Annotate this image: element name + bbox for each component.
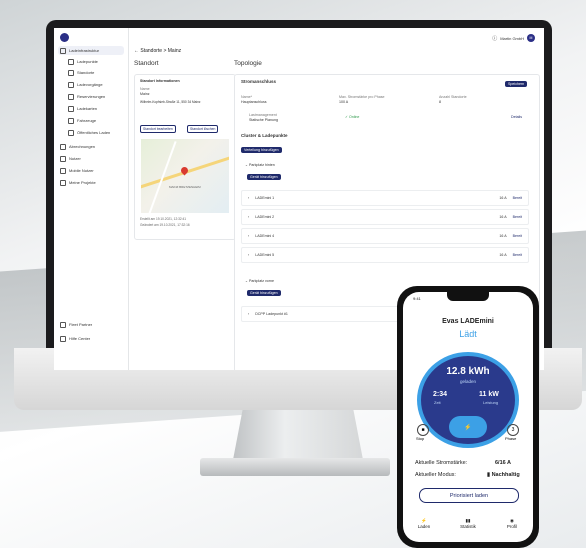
monitor-foot bbox=[200, 458, 390, 476]
section-title: Stromanschluss bbox=[241, 79, 277, 84]
help-circle-icon[interactable]: ⓘ bbox=[492, 35, 497, 42]
power-label: Leistung bbox=[483, 400, 499, 405]
add-device-button[interactable]: Gerät hinzufügen bbox=[247, 174, 281, 180]
power-value: 11 kW bbox=[479, 391, 499, 398]
charging-state: Lädt bbox=[459, 329, 477, 339]
sidebar-item-abrechnungen[interactable]: Abrechnungen bbox=[58, 142, 124, 151]
phone-notch bbox=[447, 292, 489, 301]
name-field[interactable]: Hauptanschluss bbox=[241, 100, 267, 105]
sidebar-item-meine-projekte[interactable]: Meine Projekte bbox=[58, 178, 124, 187]
status-time: 9:41 bbox=[413, 296, 421, 301]
edit-location-button[interactable]: Standort bearbeiten bbox=[140, 125, 176, 133]
bolt-icon bbox=[68, 81, 74, 88]
sidebar-item-ladepunkte[interactable]: Ladepunkte bbox=[66, 57, 124, 66]
chevron-right-icon: › bbox=[248, 312, 250, 316]
table-row[interactable]: › LADEmini 1 16 A Bereit bbox=[241, 190, 529, 206]
sidebar-item-nutzer[interactable]: Nutzer bbox=[58, 154, 124, 163]
section-title: Cluster & Ladepunkte bbox=[241, 133, 288, 138]
standort-heading: Standort bbox=[134, 60, 159, 67]
mode-value: ▮ Nachhaltig bbox=[487, 472, 520, 478]
table-row[interactable]: › LADEmini 5 16 A Bereit bbox=[241, 247, 529, 263]
energy-label: geladen bbox=[459, 379, 477, 384]
sidebar-item-hilfe-center[interactable]: Hilfe Center bbox=[58, 334, 124, 343]
sidebar-item-fahrzeuge[interactable]: Fahrzeuge bbox=[66, 116, 124, 125]
sidebar-item-fleet-partner[interactable]: Fleet Partner bbox=[58, 320, 124, 329]
sidebar-item-oeffentliches-laden[interactable]: Öffentliches Laden bbox=[66, 128, 124, 137]
phase-button[interactable]: 3 bbox=[507, 424, 519, 436]
load-mgmt-select[interactable]: Statische Planung bbox=[249, 118, 278, 123]
sidebar-item-mobile-nutzer[interactable]: Mobile Nutzer bbox=[58, 166, 124, 175]
car-icon bbox=[68, 117, 74, 124]
sidebar-item-standorte[interactable]: Standorte bbox=[66, 68, 124, 77]
calendar-icon bbox=[68, 93, 74, 100]
phone-icon bbox=[60, 167, 66, 174]
chevron-right-icon: › bbox=[248, 196, 250, 200]
plug-icon[interactable]: ⚡ bbox=[449, 416, 487, 438]
table-row[interactable]: › LADEmini 4 16 A Bereit bbox=[241, 228, 529, 244]
user-name: Martin GmbH bbox=[500, 35, 524, 41]
chevron-right-icon: › bbox=[248, 215, 250, 219]
tab-profil[interactable]: ◉ Profil bbox=[497, 518, 527, 529]
current-label: Aktuelle Stromstärke: bbox=[415, 460, 468, 466]
location-icon bbox=[68, 69, 74, 76]
avatar[interactable]: M bbox=[527, 34, 535, 42]
sidebar-item-ladekarten[interactable]: Ladekarten bbox=[66, 104, 124, 113]
add-distribution-button[interactable]: Verteilung hinzufügen bbox=[241, 147, 282, 153]
topbar: ⓘ Martin GmbH M bbox=[129, 32, 541, 44]
table-row[interactable]: › LADEmini 2 16 A Bereit bbox=[241, 209, 529, 225]
partner-icon bbox=[60, 321, 66, 328]
mode-label: Aktueller Modus: bbox=[415, 472, 456, 478]
details-link[interactable]: Details bbox=[511, 115, 522, 120]
card-title: Standort Informationen bbox=[140, 79, 180, 83]
status-online: ✓ Online bbox=[345, 115, 360, 119]
updated-date: Geändert am 19.10.2021, 17:32:16 bbox=[140, 223, 190, 227]
tab-statistik[interactable]: ▮▮ Statistik bbox=[453, 518, 483, 529]
name-value: Mainz bbox=[140, 92, 150, 96]
location-info-card: Standort Informationen Name Mainz Wilhel… bbox=[134, 74, 236, 240]
address-value: Wilhelm-Kopfsieb-Straße 11, 550 34 Mainz bbox=[140, 100, 201, 104]
field-label: Anzahl Standorte bbox=[439, 95, 467, 99]
device-title: Evas LADEmini bbox=[442, 318, 494, 325]
monitor-stand bbox=[232, 410, 364, 465]
current-value: 6/16 A bbox=[495, 460, 512, 466]
delete-location-button[interactable]: Standort löschen bbox=[187, 125, 219, 133]
app-logo bbox=[60, 33, 69, 42]
sidebar-item-ladevorgaenge[interactable]: Ladevorgänge bbox=[66, 80, 124, 89]
leaf-icon: ▮ bbox=[487, 472, 491, 478]
card-icon bbox=[68, 105, 74, 112]
phone-screen: 9:41 Evas LADEmini Lädt 12.8 kWh geladen… bbox=[403, 292, 533, 542]
chevron-right-icon: › bbox=[248, 253, 250, 257]
count-field[interactable]: 8 bbox=[439, 100, 441, 105]
time-label: Zeit bbox=[434, 400, 441, 405]
cluster-header[interactable]: ⌄ Parkplatz vorne bbox=[245, 279, 274, 284]
plug-icon bbox=[68, 58, 74, 65]
map-label: MAINZ BRETZENHEIM bbox=[169, 185, 201, 189]
folder-icon bbox=[60, 179, 66, 186]
created-date: Erstellt am 19.10.2021, 12:32:41 bbox=[140, 217, 187, 221]
topologie-heading: Topologie bbox=[234, 60, 262, 67]
max-current-field[interactable]: 100 A bbox=[339, 100, 348, 105]
charging-station-icon bbox=[60, 47, 66, 54]
tab-laden[interactable]: ⚡ Laden bbox=[409, 518, 439, 529]
save-button[interactable]: Speichern bbox=[505, 81, 528, 87]
sidebar-item-reservierungen[interactable]: Reservierungen bbox=[66, 92, 124, 101]
energy-value: 12.8 kWh bbox=[446, 366, 490, 377]
sidebar: Ladeinfrastruktur Ladepunkte Standorte L… bbox=[54, 28, 129, 370]
invoice-icon bbox=[60, 143, 66, 150]
globe-icon bbox=[68, 129, 74, 136]
breadcrumb[interactable]: ← Standorte > Mainz bbox=[134, 48, 181, 54]
stop-label: Stop bbox=[416, 436, 425, 441]
help-icon bbox=[60, 335, 66, 342]
stop-icon[interactable]: ■ bbox=[417, 424, 429, 436]
location-map[interactable]: MAINZ BRETZENHEIM bbox=[141, 139, 229, 213]
sidebar-item-ladeinfrastruktur[interactable]: Ladeinfrastruktur bbox=[58, 46, 124, 55]
chevron-right-icon: › bbox=[248, 234, 250, 238]
time-value: 2:34 bbox=[433, 391, 448, 398]
cluster-header[interactable]: ⌄ Parkplatz hinten bbox=[245, 163, 275, 168]
add-device-button[interactable]: Gerät hinzufügen bbox=[247, 290, 281, 296]
phase-label: Phase bbox=[505, 436, 517, 441]
users-icon bbox=[60, 155, 66, 162]
priority-charge-button[interactable]: Priorisiert laden bbox=[419, 488, 519, 503]
user-menu[interactable]: ⓘ Martin GmbH M bbox=[492, 34, 535, 42]
